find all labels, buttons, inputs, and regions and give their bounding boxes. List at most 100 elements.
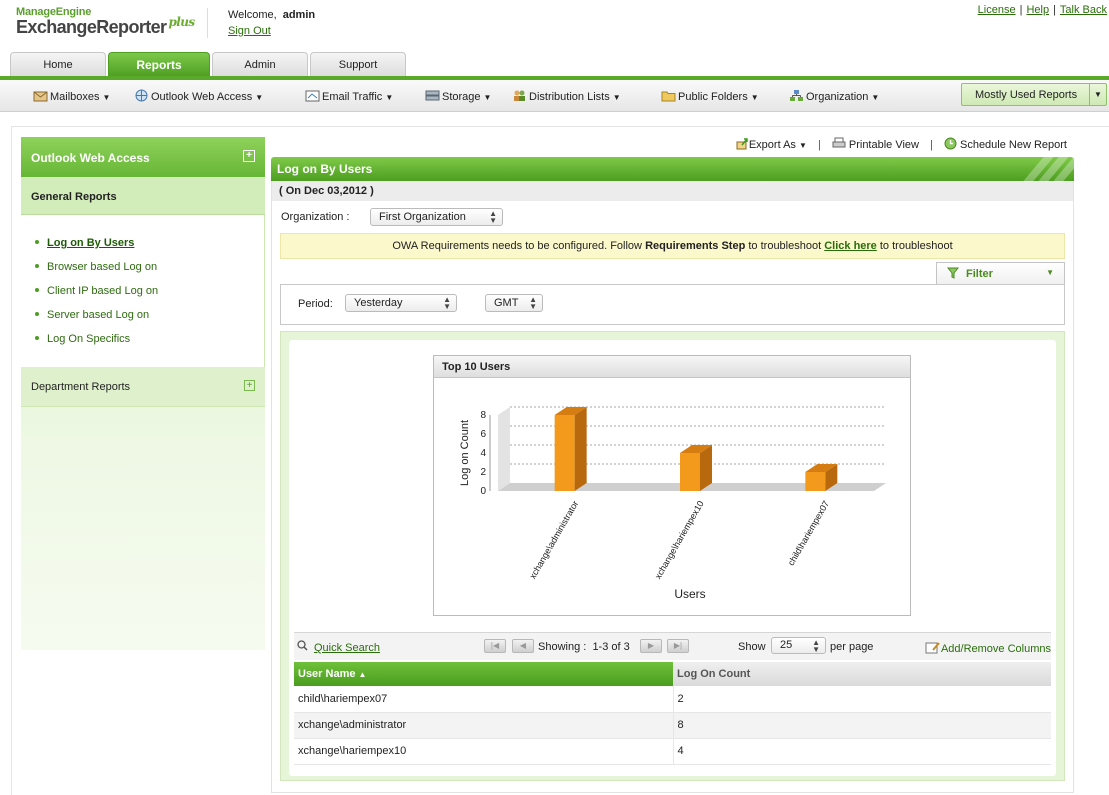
export-as-button[interactable]: Export As ▼ <box>736 137 807 151</box>
period-select[interactable]: Yesterday ▲ ▼ <box>345 294 457 312</box>
menu-email-traffic[interactable]: Email Traffic ▼ <box>305 89 393 103</box>
table-row: xchange\hariempex10 4 <box>294 738 1051 765</box>
folder-icon <box>661 91 676 102</box>
help-link[interactable]: Help <box>1026 4 1049 16</box>
menu-organization[interactable]: Organization ▼ <box>789 89 879 103</box>
bar-front <box>680 453 700 491</box>
schedule-icon <box>944 137 957 150</box>
report-item-log-on-specifics[interactable]: Log On Specifics <box>21 333 264 357</box>
cell-user-name: xchange\administrator <box>294 712 674 739</box>
username: admin <box>282 9 316 21</box>
header-divider <box>207 8 208 38</box>
first-page-button[interactable]: |◀ <box>484 639 506 653</box>
cell-log-on-count: 8 <box>673 712 1051 739</box>
bar-front <box>554 415 575 491</box>
quick-search-link[interactable]: Quick Search <box>314 642 380 654</box>
bar-side <box>700 445 712 491</box>
column-header-user-name[interactable]: User Name ▲ <box>294 662 673 686</box>
per-page-label: per page <box>830 641 874 653</box>
expand-icon[interactable]: + <box>243 150 255 162</box>
select-arrows-icon: ▲ ▼ <box>443 295 451 311</box>
sign-out-link[interactable]: Sign Out <box>228 25 271 37</box>
tab-home[interactable]: Home <box>10 52 106 77</box>
report-item-client-ip-based[interactable]: Client IP based Log on <box>21 285 264 309</box>
y-tick-label: 8 <box>480 410 486 421</box>
y-tick-label: 0 <box>480 486 486 497</box>
top-users-bar-chart: 0 2 4 6 8 Log on Count xchange\administrator xc… <box>459 406 886 601</box>
chart-box: Top 10 Users 0 2 4 6 8 Log on Count xchange\ad… <box>433 355 911 616</box>
last-page-button[interactable]: ▶| <box>667 639 689 653</box>
license-link[interactable]: License <box>978 4 1016 16</box>
email-traffic-icon <box>305 90 320 102</box>
mostly-used-reports-dropdown[interactable]: Mostly Used Reports ▼ <box>961 83 1107 106</box>
filter-toggle[interactable]: Filter ▼ <box>936 262 1065 284</box>
menu-public-folders[interactable]: Public Folders ▼ <box>661 89 759 103</box>
welcome-text: Welcome, admin <box>228 9 316 21</box>
header: ManageEngine ExchangeReporter plus Welcom… <box>0 0 1109 52</box>
bar-front <box>805 472 826 491</box>
column-header-log-on-count[interactable]: Log On Count <box>673 662 1051 686</box>
tab-reports[interactable]: Reports <box>108 52 210 77</box>
y-tick-label: 2 <box>480 467 486 478</box>
bar[interactable] <box>554 407 587 491</box>
select-arrows-icon: ▲ ▼ <box>489 209 497 225</box>
sort-asc-icon: ▲ <box>358 670 367 679</box>
printable-view-button[interactable]: Printable View <box>832 137 919 151</box>
tab-admin[interactable]: Admin <box>212 52 308 77</box>
report-item-browser-based[interactable]: Browser based Log on <box>21 261 264 285</box>
bullet-icon <box>35 312 39 316</box>
talk-back-link[interactable]: Talk Back <box>1060 4 1107 16</box>
per-page-select[interactable]: 25 ▲ ▼ <box>771 637 826 654</box>
bullet-icon <box>35 288 39 292</box>
users-icon <box>514 90 525 101</box>
chevron-down-icon: ▼ <box>1089 84 1106 105</box>
add-remove-columns-button[interactable]: Add/Remove Columns <box>925 641 1051 655</box>
next-page-button[interactable]: ▶ <box>640 639 662 653</box>
timezone-select[interactable]: GMT ▲ ▼ <box>485 294 543 312</box>
bullet-icon <box>35 240 39 244</box>
organization-select[interactable]: First Organization ▲ ▼ <box>370 208 503 226</box>
report-category-menu: Mailboxes ▼ Outlook Web Access ▼ Email Tra… <box>0 80 1109 112</box>
report-actions: Export As ▼ | Printable View | Schedule … <box>728 137 1067 151</box>
schedule-new-report-button[interactable]: Schedule New Report <box>944 137 1067 151</box>
y-tick-label: 6 <box>480 429 486 440</box>
mailbox-icon <box>33 91 48 102</box>
main-tabs: Home Reports Admin Support <box>10 52 406 77</box>
prev-page-button[interactable]: ◀ <box>512 639 534 653</box>
section-department-reports[interactable]: Department Reports + <box>21 367 265 407</box>
report-item-server-based[interactable]: Server based Log on <box>21 309 264 333</box>
y-axis-label: Log on Count <box>459 420 471 486</box>
requirements-step-text: Requirements Step <box>645 240 746 252</box>
brand-suffix: plus <box>168 15 195 29</box>
menu-storage[interactable]: Storage ▼ <box>425 89 491 103</box>
report-list: Log on By Users Browser based Log on Cli… <box>21 215 265 367</box>
menu-mailboxes[interactable]: Mailboxes ▼ <box>33 89 110 103</box>
select-arrows-icon: ▲ ▼ <box>812 638 820 654</box>
x-axis-label: Users <box>674 587 705 601</box>
x-tick-label: xchange\hariempex10 <box>653 499 706 581</box>
chart-wall <box>498 407 510 491</box>
report-date: ( On Dec 03,2012 ) <box>272 181 1073 201</box>
cell-log-on-count: 2 <box>673 686 1051 713</box>
owa-requirements-notice: OWA Requirements needs to be configured.… <box>280 233 1065 259</box>
filter-icon <box>947 267 959 279</box>
cell-user-name: xchange\hariempex10 <box>294 738 674 765</box>
click-here-link[interactable]: Click here <box>824 240 877 252</box>
report-title: Log on By Users <box>277 162 373 176</box>
top-links: License | Help | Talk Back <box>977 4 1107 16</box>
bar[interactable] <box>680 445 712 491</box>
show-label: Show <box>738 641 766 653</box>
table-row: xchange\administrator 8 <box>294 712 1051 739</box>
select-arrows-icon: ▲ ▼ <box>529 295 537 311</box>
menu-distribution-lists[interactable]: Distribution Lists ▼ <box>512 89 621 103</box>
organization-label: Organization : <box>281 211 350 223</box>
expand-icon[interactable]: + <box>244 380 255 391</box>
report-item-log-on-by-users[interactable]: Log on By Users <box>21 237 264 261</box>
chart-title: Top 10 Users <box>434 356 910 378</box>
report-title-bar: Log on By Users <box>271 157 1074 181</box>
tab-support[interactable]: Support <box>310 52 406 77</box>
menu-outlook-web-access[interactable]: Outlook Web Access ▼ <box>134 89 263 103</box>
printer-icon <box>832 137 846 148</box>
app-logo[interactable]: ManageEngine ExchangeReporter plus <box>16 6 195 38</box>
left-nav-panel: Outlook Web Access + General Reports Log… <box>21 137 265 650</box>
